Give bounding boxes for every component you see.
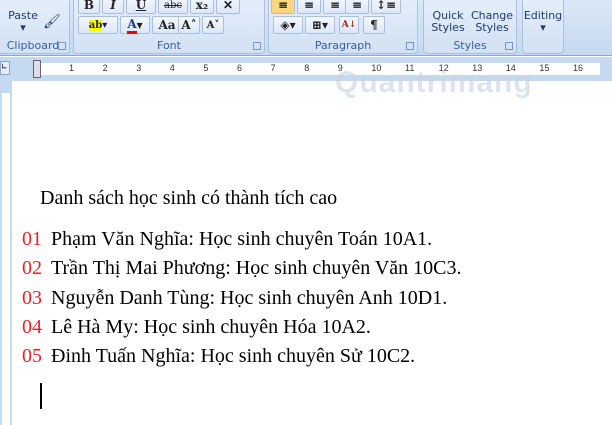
list-text: Trần Thị Mai Phương: Học sinh chuyên Văn… — [51, 257, 462, 280]
ruler-tick: 3 — [136, 63, 142, 73]
list-item: 03 Nguyễn Danh Tùng: Học sinh chuyên Anh … — [10, 287, 447, 310]
ruler-tick: 6 — [237, 63, 243, 73]
ruler-tick: 16 — [573, 63, 584, 73]
list-text: Nguyễn Danh Tùng: Học sinh chuyên Anh 10… — [51, 286, 448, 309]
ruler-tick: 15 — [539, 63, 550, 73]
font-label: Font — [157, 39, 181, 52]
watermark: Quantrimang — [335, 66, 533, 99]
list-item: 01 Phạm Văn Nghĩa: Học sinh chuyên Toán 1… — [10, 228, 432, 251]
styles-label: Styles — [453, 39, 487, 52]
list-text: Phạm Văn Nghĩa: Học sinh chuyên Toán 10A… — [51, 228, 433, 250]
ruler-tick: 5 — [203, 63, 209, 73]
list-number: 03 — [22, 286, 42, 309]
sort-button[interactable]: A↓ — [339, 16, 359, 34]
tab-selector[interactable]: ∟ — [0, 61, 10, 75]
clear-formatting-button[interactable]: ✕ — [216, 0, 240, 14]
styles-launcher[interactable] — [505, 42, 513, 50]
list-number: 01 — [22, 228, 42, 250]
shading-button[interactable]: ◈▾ — [273, 16, 303, 34]
shrink-font-button[interactable]: A˅ — [202, 16, 224, 34]
ruler-tick: 2 — [102, 63, 108, 73]
list-item: 04 Lê Hà My: Học sinh chuyên Hóa 10A2. — [10, 316, 371, 339]
justify-button[interactable]: ≡ — [345, 0, 369, 14]
editing-group[interactable]: Editing ▾ — [522, 0, 564, 54]
align-center-button[interactable]: ≡ — [297, 0, 321, 14]
list-item: 02 Trần Thị Mai Phương: Học sinh chuyên V… — [10, 257, 462, 280]
list-text: Lê Hà My: Học sinh chuyên Hóa 10A2. — [51, 315, 371, 338]
text-cursor — [40, 383, 42, 409]
strikethrough-button[interactable]: abc — [158, 0, 188, 14]
quick-styles-button[interactable]: Quick Styles — [427, 10, 469, 34]
list-number: 04 — [22, 315, 42, 338]
italic-button[interactable]: I — [102, 0, 124, 14]
vertical-ruler[interactable] — [0, 81, 12, 425]
list-number: 05 — [22, 345, 42, 368]
clipboard-group: Paste ▾ 🖌 Clipboard — [0, 0, 70, 54]
paste-button[interactable]: Paste ▾ — [5, 10, 41, 34]
paragraph-launcher[interactable] — [406, 42, 414, 50]
ruler-tick: 1 — [69, 63, 75, 73]
paragraph-label: Paragraph — [314, 39, 372, 52]
clipboard-launcher[interactable] — [58, 42, 66, 50]
editing-label: Editing — [523, 9, 563, 22]
ruler-tick: 7 — [270, 63, 276, 73]
ruler-tick: 8 — [304, 63, 310, 73]
highlight-button[interactable]: ab ▾ — [78, 16, 118, 34]
editing-button[interactable]: Editing ▾ — [523, 10, 563, 34]
bold-button[interactable]: B — [78, 0, 100, 14]
paste-label: Paste — [8, 9, 38, 22]
ribbon: Paste ▾ 🖌 Clipboard B I U abc x₂ ✕ ab ▾ A ▾… — [0, 0, 612, 56]
subscript-button[interactable]: x₂ — [190, 0, 214, 14]
vertical-ruler-bar — [2, 93, 10, 425]
list-item: 05 Đinh Tuấn Nghĩa: Học sinh chuyên Sử 10… — [10, 345, 415, 368]
document-page[interactable] — [12, 81, 612, 425]
indent-marker[interactable] — [33, 60, 41, 78]
list-text: Đinh Tuấn Nghĩa: Học sinh chuyên Sử 10C2… — [51, 345, 416, 368]
paragraph-group: ≡ ≡ ≡ ≡ ↕≡ ◈▾ ⊞▾ A↓ ¶ Paragraph — [268, 0, 418, 54]
line-spacing-button[interactable]: ↕≡ — [371, 0, 401, 14]
align-right-button[interactable]: ≡ — [323, 0, 347, 14]
font-launcher[interactable] — [253, 42, 261, 50]
grow-font-button[interactable]: A˄ — [178, 16, 200, 34]
list-number: 02 — [22, 257, 42, 280]
document-heading: Danh sách học sinh có thành tích cao — [40, 187, 338, 209]
font-color-button[interactable]: A ▾ — [120, 16, 150, 34]
font-color-icon: A — [127, 17, 137, 34]
format-painter-icon[interactable]: 🖌 — [43, 15, 61, 29]
ruler-tick: 4 — [169, 63, 175, 73]
underline-button[interactable]: U — [126, 0, 156, 14]
align-left-button[interactable]: ≡ — [271, 0, 295, 14]
change-styles-button[interactable]: Change Styles — [469, 10, 515, 34]
highlight-icon: ab — [88, 19, 103, 31]
show-marks-button[interactable]: ¶ — [363, 16, 385, 34]
font-group: B I U abc x₂ ✕ ab ▾ A ▾ Aa A˄ A˅ Font — [73, 0, 265, 54]
styles-group: Quick Styles Change Styles Styles — [423, 0, 517, 54]
borders-button[interactable]: ⊞▾ — [305, 16, 335, 34]
